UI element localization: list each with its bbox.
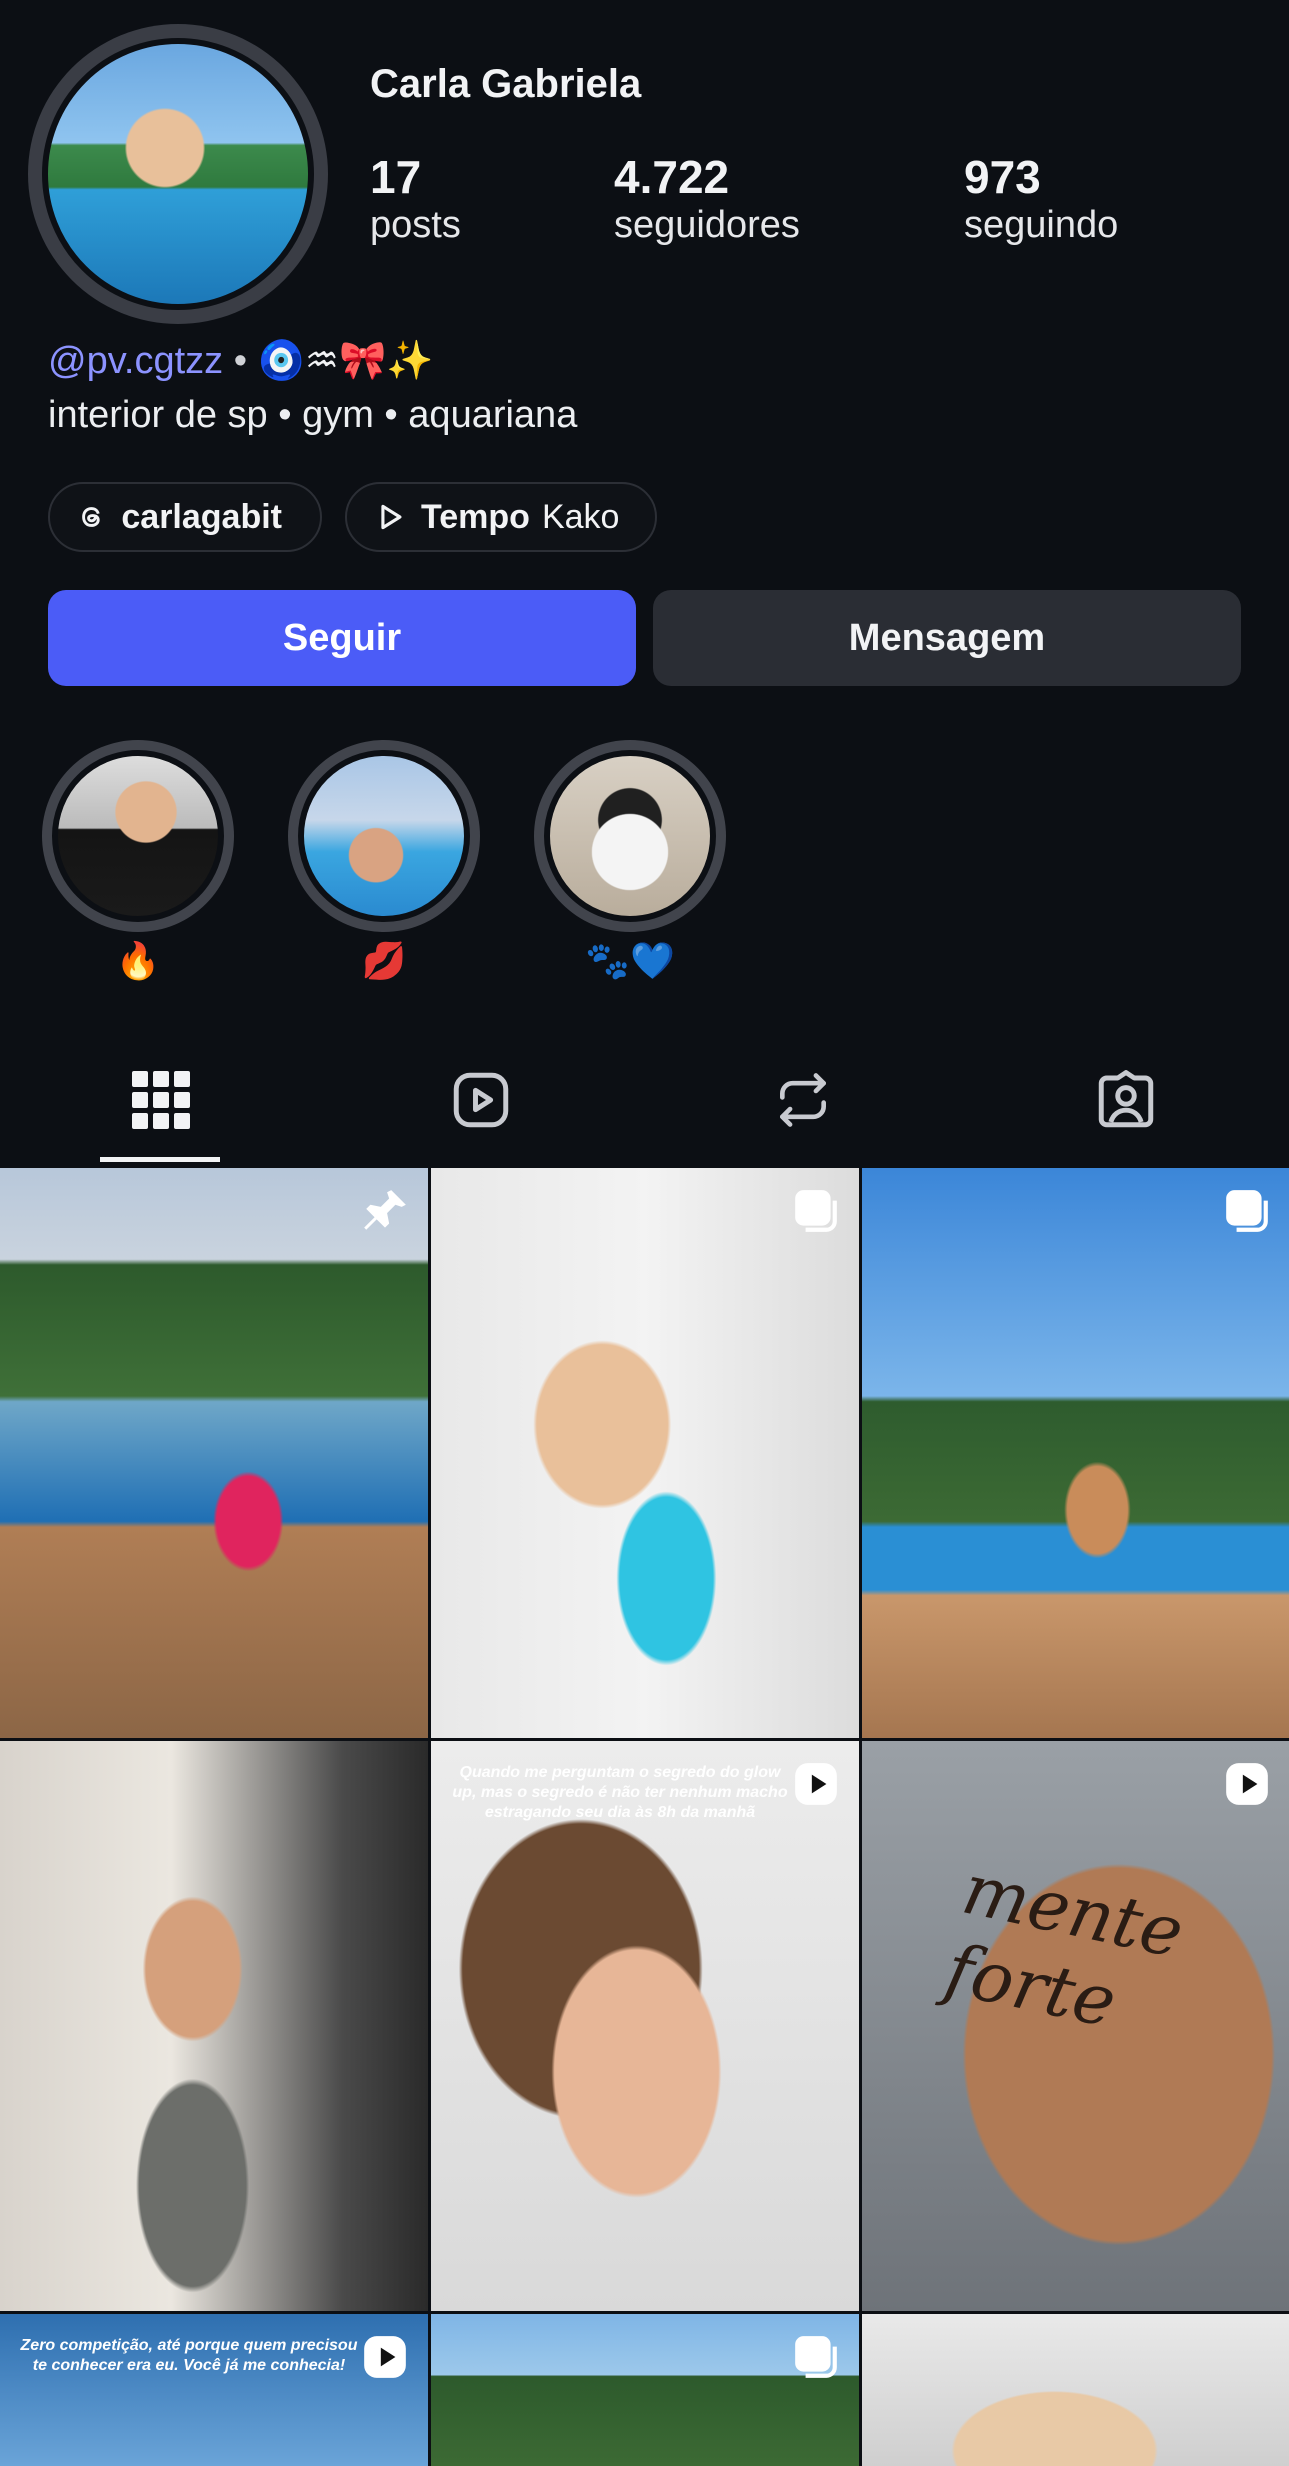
display-name: Carla Gabriela (370, 62, 642, 106)
stat-posts-label: posts (370, 204, 461, 246)
post-caption-overlay: Quando me perguntam o segredo do glow up… (452, 1764, 788, 1821)
carousel-icon (795, 1190, 837, 1232)
reel-icon (1226, 1763, 1268, 1805)
repost-icon (780, 1073, 826, 1127)
stat-following-count: 973 (964, 151, 1041, 203)
grid-post-8[interactable] (431, 2314, 859, 2466)
grid-post-6[interactable]: mente forte (862, 1741, 1289, 2311)
tab-tagged[interactable] (1086, 1060, 1166, 1140)
stat-followers-count: 4.722 (614, 151, 730, 203)
stat-posts[interactable]: 17 posts (370, 150, 461, 247)
active-tab-indicator (100, 1157, 220, 1162)
reels-icon (453, 1072, 509, 1128)
stat-following[interactable]: 973 seguindo (964, 150, 1118, 247)
reel-icon (795, 1763, 837, 1805)
play-icon (381, 504, 402, 530)
tattoo-text: mente forte (938, 1847, 1191, 2044)
tagged-person-icon (1098, 1070, 1154, 1128)
stat-following-label: seguindo (964, 204, 1119, 246)
grid-post-2[interactable] (431, 1168, 859, 1738)
tab-reels[interactable] (441, 1060, 521, 1140)
follow-button[interactable]: Seguir (48, 590, 636, 686)
grid-post-5[interactable]: Quando me perguntam o segredo do glow up… (431, 1741, 859, 2311)
tab-grid[interactable] (121, 1060, 201, 1140)
grid-post-1[interactable] (0, 1168, 428, 1738)
music-artist: Kako (541, 497, 620, 536)
threads-username: carlagabit (121, 497, 282, 536)
grid-post-3[interactable] (862, 1168, 1289, 1738)
grid-post-7[interactable]: Zero competição, até porque quem preciso… (0, 2314, 428, 2466)
bio-line-2: interior de sp • gym • aquariana (48, 394, 578, 436)
stat-followers-label: seguidores (614, 204, 800, 246)
message-button[interactable]: Mensagem (653, 590, 1241, 686)
story-highlight-2[interactable] (288, 740, 480, 932)
highlight-label-1: 🔥 (115, 940, 161, 981)
story-highlight-3[interactable] (534, 740, 726, 932)
highlight-label-3: 🐾💙 (585, 940, 675, 981)
carousel-icon (795, 2336, 837, 2378)
threads-link-pill[interactable]: carlagabit (48, 482, 322, 552)
highlight-label-2: 💋 (361, 940, 407, 981)
threads-icon (82, 507, 100, 527)
reel-icon (364, 2336, 406, 2378)
bio-line-1: @pv.cgtzz • 🧿♒🎀✨ (48, 340, 434, 382)
music-pill[interactable]: Tempo Kako (345, 482, 657, 552)
music-title: Tempo (421, 497, 530, 536)
grid-post-9[interactable] (862, 2314, 1289, 2466)
stat-followers[interactable]: 4.722 seguidores (614, 150, 800, 247)
carousel-icon (1226, 1190, 1268, 1232)
bio-handle-link[interactable]: @pv.cgtzz (48, 340, 223, 382)
pin-icon (364, 1190, 406, 1230)
post-caption-overlay: Zero competição, até porque quem preciso… (20, 2337, 358, 2374)
grid-post-4[interactable] (0, 1741, 428, 2311)
tab-reposts[interactable] (763, 1060, 843, 1140)
story-highlight-1[interactable] (42, 740, 234, 932)
bio-emojis: 🧿♒🎀✨ (257, 340, 434, 382)
stat-posts-count: 17 (370, 151, 422, 203)
profile-avatar[interactable] (28, 24, 328, 324)
grid-icon (132, 1071, 190, 1129)
